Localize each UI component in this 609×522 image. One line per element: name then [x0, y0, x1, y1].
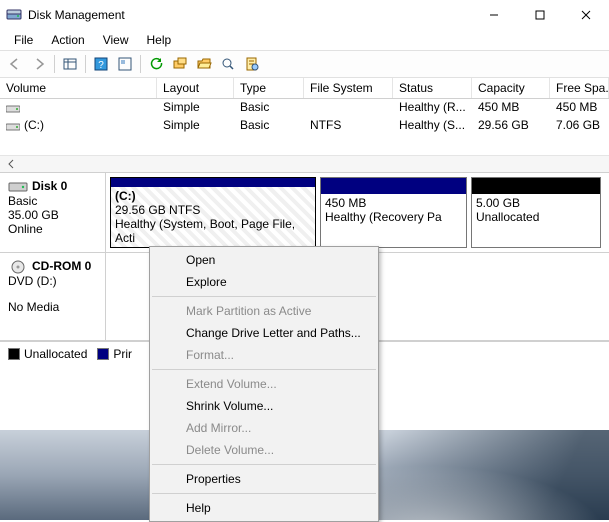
- ctx-separator: [152, 369, 376, 370]
- ctx-change-drive-letter[interactable]: Change Drive Letter and Paths...: [150, 322, 378, 344]
- col-freespace[interactable]: Free Spa...: [550, 78, 609, 98]
- disk-info[interactable]: CD-ROM 0 DVD (D:) No Media: [0, 253, 106, 340]
- cell-capacity: 29.56 GB: [472, 117, 550, 135]
- volume-list-header: Volume Layout Type File System Status Ca…: [0, 78, 609, 99]
- ctx-mark-active[interactable]: Mark Partition as Active: [150, 300, 378, 322]
- cell-fs: [304, 99, 393, 117]
- ctx-add-mirror[interactable]: Add Mirror...: [150, 417, 378, 439]
- menu-action[interactable]: Action: [43, 31, 92, 49]
- titlebar: Disk Management: [0, 0, 609, 30]
- show-hide-pane-icon[interactable]: [59, 53, 81, 75]
- window-title: Disk Management: [28, 8, 471, 22]
- partition-status: Healthy (Recovery Pa: [325, 210, 462, 224]
- col-filesystem[interactable]: File System: [304, 78, 393, 98]
- drive-icon: [6, 103, 20, 113]
- legend-unallocated: Unallocated: [8, 347, 87, 361]
- cell-fs: NTFS: [304, 117, 393, 135]
- toolbar: ?: [0, 50, 609, 78]
- horizontal-scrollbar[interactable]: [0, 155, 609, 172]
- svg-text:?: ?: [98, 60, 104, 71]
- partition-unallocated[interactable]: 5.00 GB Unallocated: [471, 177, 601, 248]
- disk-management-icon: [6, 7, 22, 23]
- cell-volume: (C:): [24, 118, 44, 132]
- disk-state: Online: [8, 222, 97, 236]
- ctx-help[interactable]: Help: [150, 497, 378, 519]
- col-layout[interactable]: Layout: [157, 78, 234, 98]
- disk-state: No Media: [8, 300, 97, 314]
- partition-stripe-unallocated: [472, 178, 600, 194]
- volume-list: Simple Basic Healthy (R... 450 MB 450 MB…: [0, 99, 609, 155]
- disk-name: CD-ROM 0: [32, 259, 91, 273]
- cell-free: 7.06 GB: [550, 117, 609, 135]
- partition-status: Unallocated: [476, 210, 596, 224]
- rescan-icon[interactable]: [169, 53, 191, 75]
- back-button[interactable]: [4, 53, 26, 75]
- cell-free: 450 MB: [550, 99, 609, 117]
- scroll-left-icon[interactable]: [2, 157, 19, 172]
- close-button[interactable]: [563, 0, 609, 29]
- partition-status: Healthy (System, Boot, Page File, Acti: [115, 217, 311, 245]
- refresh-icon[interactable]: [145, 53, 167, 75]
- disk-info[interactable]: Disk 0 Basic 35.00 GB Online: [0, 173, 106, 252]
- ctx-open[interactable]: Open: [150, 249, 378, 271]
- volume-row[interactable]: (C:) Simple Basic NTFS Healthy (S... 29.…: [0, 117, 609, 135]
- partition-size: 450 MB: [325, 196, 462, 210]
- menu-file[interactable]: File: [6, 31, 41, 49]
- cell-capacity: 450 MB: [472, 99, 550, 117]
- ctx-format[interactable]: Format...: [150, 344, 378, 366]
- ctx-delete-volume[interactable]: Delete Volume...: [150, 439, 378, 461]
- ctx-explore[interactable]: Explore: [150, 271, 378, 293]
- ctx-shrink-volume[interactable]: Shrink Volume...: [150, 395, 378, 417]
- cell-type: Basic: [234, 99, 304, 117]
- partition-recovery[interactable]: 450 MB Healthy (Recovery Pa: [320, 177, 467, 248]
- volume-row[interactable]: Simple Basic Healthy (R... 450 MB 450 MB: [0, 99, 609, 117]
- hard-disk-icon: [8, 180, 28, 194]
- cell-type: Basic: [234, 117, 304, 135]
- forward-button[interactable]: [28, 53, 50, 75]
- menu-help[interactable]: Help: [139, 31, 180, 49]
- help-icon[interactable]: ?: [90, 53, 112, 75]
- col-capacity[interactable]: Capacity: [472, 78, 550, 98]
- properties-icon[interactable]: [241, 53, 263, 75]
- ctx-extend-volume[interactable]: Extend Volume...: [150, 373, 378, 395]
- partition-stripe-primary: [111, 178, 315, 187]
- settings-icon[interactable]: [114, 53, 136, 75]
- cell-layout: Simple: [157, 117, 234, 135]
- partition-stripe-primary: [321, 178, 466, 194]
- search-icon[interactable]: [217, 53, 239, 75]
- maximize-button[interactable]: [517, 0, 563, 29]
- cell-status: Healthy (R...: [393, 99, 472, 117]
- disk-type: DVD (D:): [8, 274, 97, 288]
- minimize-button[interactable]: [471, 0, 517, 29]
- disk-type: Basic: [8, 194, 97, 208]
- partition-size: 5.00 GB: [476, 196, 596, 210]
- context-menu: Open Explore Mark Partition as Active Ch…: [149, 246, 379, 522]
- cell-status: Healthy (S...: [393, 117, 472, 135]
- menu-view[interactable]: View: [95, 31, 137, 49]
- col-type[interactable]: Type: [234, 78, 304, 98]
- cell-layout: Simple: [157, 99, 234, 117]
- ctx-properties[interactable]: Properties: [150, 468, 378, 490]
- swatch-unallocated-icon: [8, 348, 20, 360]
- open-icon[interactable]: [193, 53, 215, 75]
- disk-name: Disk 0: [32, 179, 67, 193]
- disk-row: Disk 0 Basic 35.00 GB Online (C:) 29.56 …: [0, 173, 609, 253]
- col-status[interactable]: Status: [393, 78, 472, 98]
- partition-size: 29.56 GB NTFS: [115, 203, 311, 217]
- ctx-separator: [152, 493, 376, 494]
- drive-icon: [6, 121, 20, 131]
- swatch-primary-icon: [97, 348, 109, 360]
- ctx-separator: [152, 296, 376, 297]
- ctx-separator: [152, 464, 376, 465]
- disk-size: 35.00 GB: [8, 208, 97, 222]
- col-volume[interactable]: Volume: [0, 78, 157, 98]
- legend-primary: Prir: [97, 347, 132, 361]
- partition-c[interactable]: (C:) 29.56 GB NTFS Healthy (System, Boot…: [110, 177, 316, 248]
- menubar: File Action View Help: [0, 30, 609, 50]
- cdrom-icon: [8, 260, 28, 274]
- partition-label: (C:): [115, 189, 311, 203]
